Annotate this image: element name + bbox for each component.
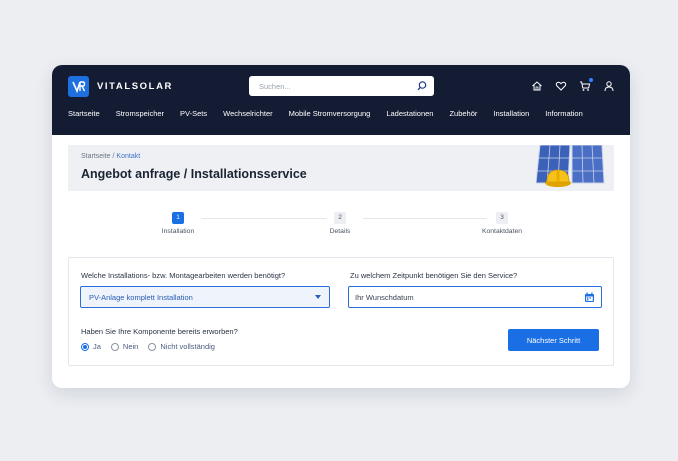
chevron-down-icon	[315, 295, 321, 299]
radio-indicator[interactable]	[148, 342, 157, 351]
radio-label: Ja	[93, 342, 101, 351]
user-icon[interactable]	[602, 79, 616, 93]
nav-item-ladestationen[interactable]: Ladestationen	[386, 109, 433, 125]
search-icon[interactable]	[416, 80, 428, 92]
calendar-icon[interactable]	[584, 292, 595, 303]
solar-panel-illustration	[536, 145, 605, 187]
work-type-select[interactable]: PV-Anlage komplett Installation	[80, 286, 330, 308]
header-actions	[530, 78, 616, 93]
nav-item-pv-sets[interactable]: PV-Sets	[180, 109, 207, 125]
page-title: Angebot anfrage / Installationsservice	[81, 167, 307, 181]
work-type-label: Welche Installations- bzw. Montagearbeit…	[81, 271, 286, 280]
work-type-value: PV-Anlage komplett Installation	[89, 292, 193, 302]
step-number: 1	[172, 212, 184, 224]
radio-indicator[interactable]	[81, 342, 89, 351]
step-details[interactable]: 2 Details	[300, 212, 380, 235]
radio-ja[interactable]: Ja	[81, 342, 101, 351]
main-nav: Startseite Stromspeicher PV-Sets Wechsel…	[52, 109, 630, 125]
next-step-button[interactable]: Nächster Schritt	[508, 329, 599, 351]
radio-nein[interactable]: Nein	[110, 342, 139, 351]
progress-stepper: 1 Installation 2 Details 3 Kontaktdaten	[68, 212, 614, 242]
heart-icon[interactable]	[554, 79, 568, 93]
radio-label: Nein	[122, 342, 139, 351]
step-number: 2	[334, 212, 346, 224]
step-label: Kontaktdaten	[481, 228, 523, 235]
nav-item-installation[interactable]: Installation	[493, 109, 529, 125]
step-installation[interactable]: 1 Installation	[138, 212, 218, 235]
date-placeholder: Ihr Wunschdatum	[355, 292, 414, 302]
nav-item-information[interactable]: Information	[545, 109, 583, 125]
site-header: VITALSOLAR Suchen... Startseite Stromspe…	[52, 65, 630, 135]
search-box[interactable]: Suchen...	[249, 76, 434, 96]
breadcrumb: Startseite / Kontakt	[81, 153, 140, 160]
breadcrumb-current[interactable]: Kontakt	[116, 153, 140, 160]
nav-item-zubehoer[interactable]: Zubehör	[449, 109, 477, 125]
nav-item-stromspeicher[interactable]: Stromspeicher	[116, 109, 164, 125]
cart-icon[interactable]	[578, 78, 593, 93]
nav-item-mobile-stromversorgung[interactable]: Mobile Stromversorgung	[289, 109, 371, 125]
radio-indicator[interactable]	[110, 342, 119, 351]
page-banner: Startseite / Kontakt Angebot anfrage / I…	[68, 145, 614, 191]
step-label: Installation	[161, 228, 195, 235]
app-window: VITALSOLAR Suchen... Startseite Stromspe…	[52, 65, 630, 388]
cart-badge	[589, 78, 593, 82]
date-field[interactable]: Ihr Wunschdatum	[348, 286, 602, 308]
nav-item-startseite[interactable]: Startseite	[68, 109, 100, 125]
breadcrumb-home[interactable]: Startseite	[81, 153, 111, 160]
acquired-label: Haben Sie Ihre Komponente bereits erworb…	[81, 327, 238, 336]
nav-item-wechselrichter[interactable]: Wechselrichter	[223, 109, 272, 125]
home-icon[interactable]	[530, 79, 544, 93]
step-kontaktdaten[interactable]: 3 Kontaktdaten	[462, 212, 542, 235]
brand-name: VITALSOLAR	[97, 81, 173, 92]
date-label: Zu welchem Zeitpunkt benötigen Sie den S…	[350, 271, 518, 280]
radio-nicht-vollstaendig[interactable]: Nicht vollständig	[148, 342, 215, 351]
request-form: Welche Installations- bzw. Montagearbeit…	[68, 257, 614, 366]
radio-label: Nicht vollständig	[160, 342, 215, 351]
acquired-radio-group: Ja Nein Nicht vollständig	[81, 342, 215, 351]
step-number: 3	[496, 212, 508, 224]
logo-mark-icon	[68, 76, 89, 97]
step-label: Details	[329, 228, 351, 235]
search-input[interactable]: Suchen...	[259, 82, 416, 91]
brand-logo[interactable]: VITALSOLAR	[68, 76, 173, 97]
